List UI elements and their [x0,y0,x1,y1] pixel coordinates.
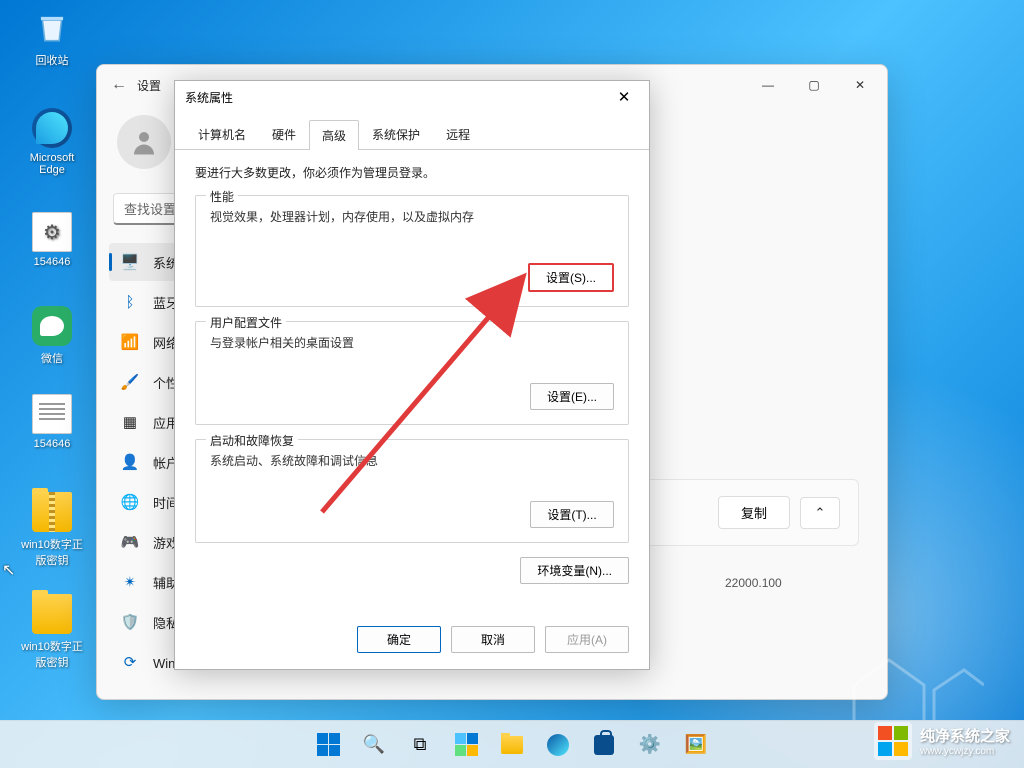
maximize-button[interactable]: ▢ [791,65,837,105]
folder-icon [32,594,72,634]
wifi-icon: 📶 [121,333,139,351]
taskbar-settings[interactable]: ⚙️ [630,725,670,765]
taskbar-search[interactable]: 🔍 [354,725,394,765]
taskbar-task-view[interactable]: ⧉ [400,725,440,765]
recycle-bin-icon [32,8,72,48]
tab-computer-name[interactable]: 计算机名 [185,119,259,149]
avatar [117,115,171,169]
cancel-button[interactable]: 取消 [451,626,535,653]
tab-remote[interactable]: 远程 [433,119,483,149]
group-legend: 启动和故障恢复 [206,432,298,449]
tab-advanced[interactable]: 高级 [309,120,359,150]
admin-note: 要进行大多数更改，你必须作为管理员登录。 [195,164,629,181]
widgets-icon [455,733,478,756]
desktop-icon-label: Microsoft Edge [16,152,88,176]
window-title: 设置 [137,77,161,94]
brush-icon: 🖌️ [121,373,139,391]
accessibility-icon: ✴ [121,573,139,591]
file-explorer-icon [501,736,523,754]
performance-group: 性能 视觉效果，处理器计划，内存使用，以及虚拟内存 设置(S)... [195,195,629,307]
copy-button[interactable]: 复制 [718,496,790,529]
zip-folder-icon [32,492,72,532]
group-desc: 视觉效果，处理器计划，内存使用，以及虚拟内存 [210,208,614,225]
os-build: 22000.100 [725,576,859,590]
taskbar-app[interactable]: 🖼️ [676,725,716,765]
edge-icon [547,734,569,756]
text-file-icon [32,394,72,434]
tab-hardware[interactable]: 硬件 [259,119,309,149]
group-legend: 性能 [206,188,238,205]
desktop-icon-label: win10数字正版密钥 [16,536,88,568]
desktop-icon-folder-key1[interactable]: win10数字正版密钥 [16,492,88,568]
desktop-icon-recycle-bin[interactable]: 回收站 [16,8,88,68]
taskbar-widgets[interactable] [446,725,486,765]
taskbar-store[interactable] [584,725,624,765]
gear-icon: ⚙️ [638,733,662,757]
bluetooth-icon: ᛒ [121,293,139,311]
chevron-up-icon: ⌃ [815,505,826,521]
apps-icon: ▦ [121,413,139,431]
user-profiles-group: 用户配置文件 与登录帐户相关的桌面设置 设置(E)... [195,321,629,425]
edge-icon [32,108,72,148]
store-icon [594,735,614,755]
gaming-icon: 🎮 [121,533,139,551]
group-desc: 系统启动、系统故障和调试信息 [210,452,614,469]
desktop-icon-label: 154646 [34,256,71,268]
cursor-icon: ↖ [2,560,15,580]
gear-icon: ⚙ [32,212,72,252]
desktop-icon-label: 回收站 [36,52,69,68]
startup-recovery-group: 启动和故障恢复 系统启动、系统故障和调试信息 设置(T)... [195,439,629,543]
start-button[interactable] [308,725,348,765]
desktop-icon-label: win10数字正版密钥 [16,638,88,670]
desktop-icon-label: 微信 [41,350,63,366]
person-icon: 👤 [121,453,139,471]
expand-button[interactable]: ⌃ [800,497,840,529]
desktop-icon-file-154646a[interactable]: ⚙ 154646 [16,212,88,268]
taskbar-explorer[interactable] [492,725,532,765]
close-button[interactable]: ✕ [837,65,883,105]
display-icon: 🖥️ [121,253,139,271]
wechat-icon [32,306,72,346]
system-properties-dialog: 系统属性 ✕ 计算机名 硬件 高级 系统保护 远程 要进行大多数更改，你必须作为… [174,80,650,670]
dialog-close-button[interactable]: ✕ [609,88,639,106]
minimize-button[interactable]: ― [745,65,791,105]
desktop-icon-file-154646b[interactable]: 154646 [16,394,88,450]
performance-settings-button[interactable]: 设置(S)... [528,263,614,292]
group-desc: 与登录帐户相关的桌面设置 [210,334,614,351]
dialog-titlebar: 系统属性 ✕ [175,81,649,113]
environment-variables-button[interactable]: 环境变量(N)... [520,557,629,584]
shield-icon: 🛡️ [121,613,139,631]
desktop-icon-folder-key2[interactable]: win10数字正版密钥 [16,594,88,670]
tab-system-protection[interactable]: 系统保护 [359,119,433,149]
search-icon: 🔍 [362,733,386,757]
desktop-icon-edge[interactable]: Microsoft Edge [16,108,88,176]
ok-button[interactable]: 确定 [357,626,441,653]
desktop-icon-wechat[interactable]: 微信 [16,306,88,366]
apply-button: 应用(A) [545,626,629,653]
group-legend: 用户配置文件 [206,314,286,331]
globe-icon: 🌐 [121,493,139,511]
taskbar: 🔍 ⧉ ⚙️ 🖼️ [0,720,1024,768]
taskbar-edge[interactable] [538,725,578,765]
update-icon: ⟳ [121,653,139,671]
task-view-icon: ⧉ [408,733,432,757]
dialog-footer: 确定 取消 应用(A) [175,616,649,669]
desktop-icon-label: 154646 [34,438,71,450]
windows-logo-icon [317,733,340,756]
back-button[interactable]: ← [101,76,137,94]
search-placeholder: 查找设置 [124,199,176,218]
dialog-title: 系统属性 [185,89,233,106]
dialog-tabs: 计算机名 硬件 高级 系统保护 远程 [175,119,649,150]
startup-settings-button[interactable]: 设置(T)... [530,501,614,528]
user-profiles-settings-button[interactable]: 设置(E)... [530,383,614,410]
app-icon: 🖼️ [684,733,708,757]
